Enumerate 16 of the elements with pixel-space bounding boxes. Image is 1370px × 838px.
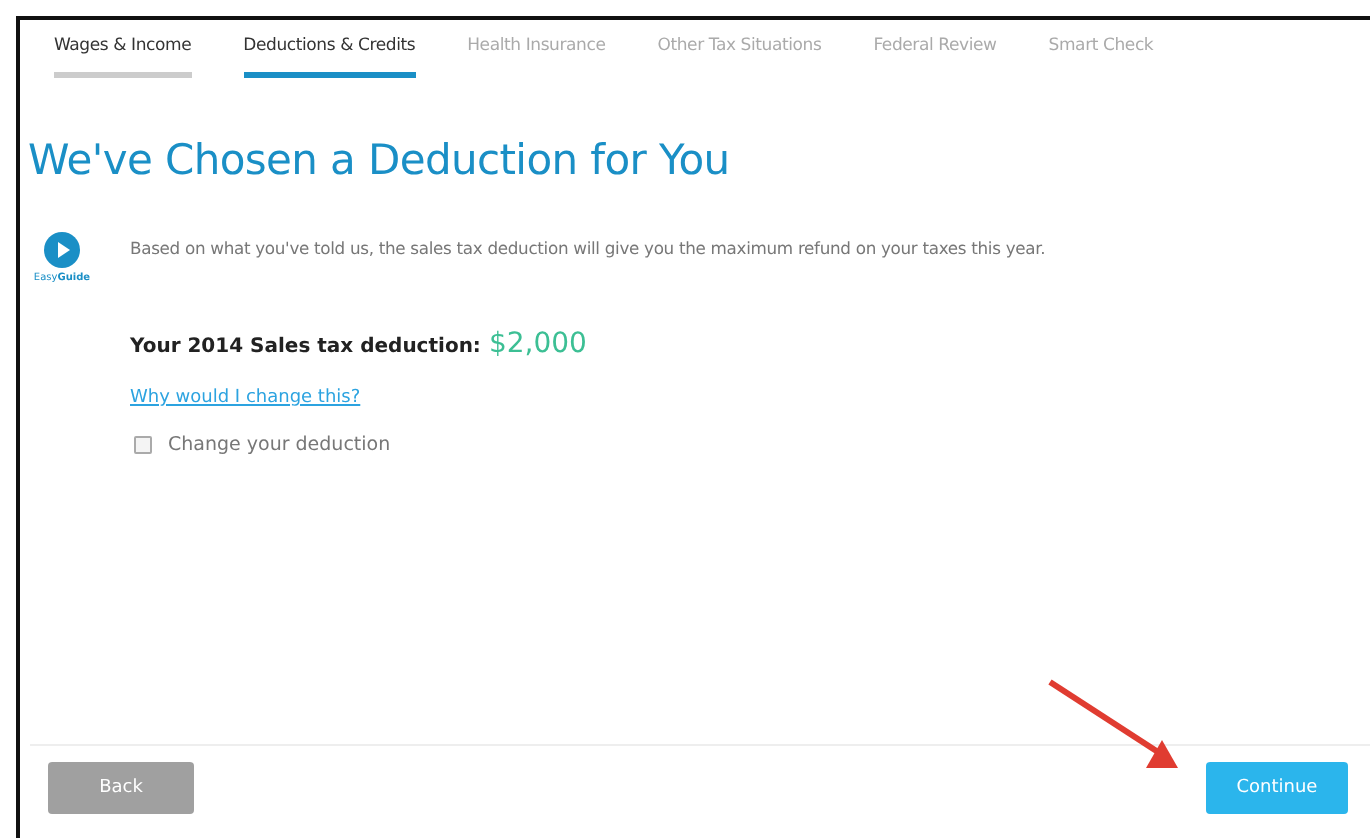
step-tab[interactable]: Federal Review [873,36,997,78]
deduction-amount: $2,000 [488,328,587,360]
continue-button[interactable]: Continue [1206,762,1348,814]
step-tab[interactable]: Deductions & Credits [243,36,416,78]
play-icon[interactable] [44,232,80,268]
checkbox-label[interactable]: Change your deduction [168,434,391,456]
step-tab[interactable]: Smart Check [1048,36,1154,78]
deduction-label: Your 2014 Sales tax deduction: [130,336,481,358]
checkbox[interactable] [134,436,152,454]
back-button[interactable]: Back [48,762,194,814]
step-tab[interactable]: Other Tax Situations [657,36,822,78]
step-tab[interactable]: Health Insurance [467,36,606,78]
step-tab[interactable]: Wages & Income [54,36,192,78]
guide-text: Based on what you've told us, the sales tax deduction will give you the maximum refund on your taxes this year. [130,238,1048,262]
why-change-link[interactable]: Why would I change this? [130,388,361,408]
page-heading: We've Chosen a Deduction for You [28,136,732,184]
